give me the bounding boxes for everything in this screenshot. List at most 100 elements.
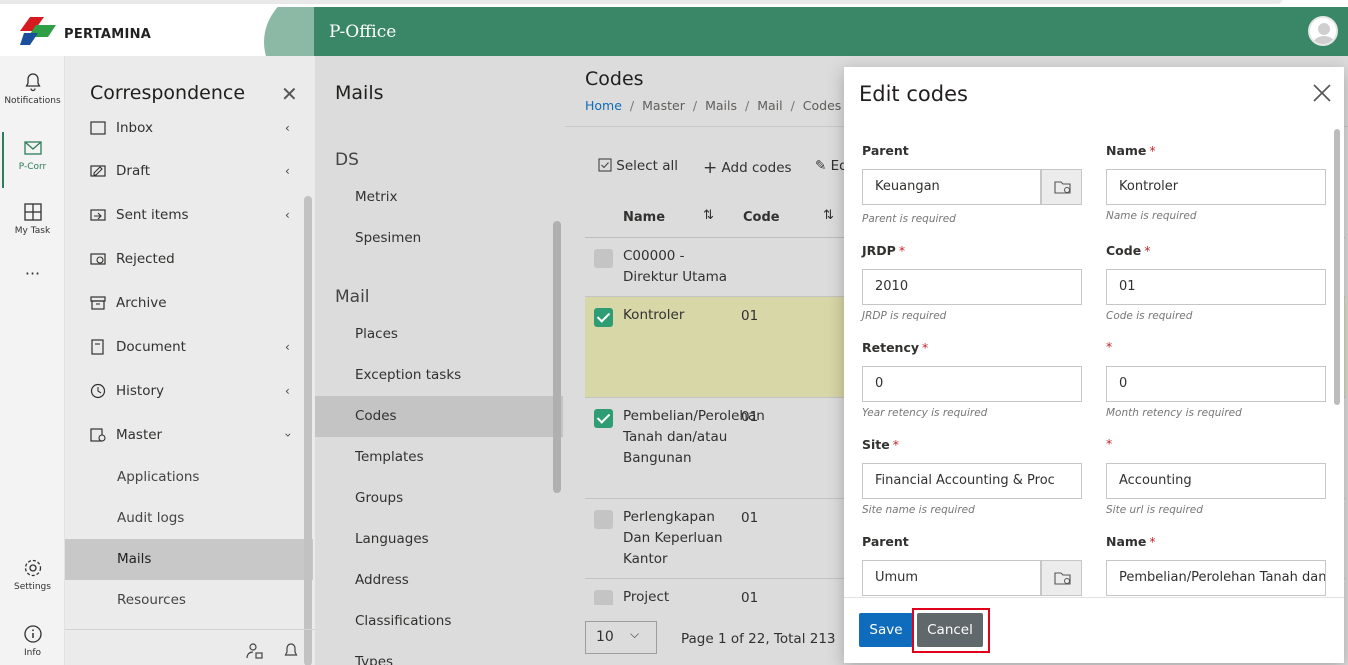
gear-icon [24, 559, 41, 577]
nav-rejected[interactable]: Rejected [65, 237, 310, 281]
nav-mails[interactable]: Mails [65, 539, 313, 580]
row-code: 01 [741, 510, 759, 526]
row-checkbox[interactable] [594, 590, 613, 605]
jrdp-field[interactable]: 2010 [862, 269, 1082, 305]
mails-item-codes[interactable]: Codes [315, 396, 563, 437]
rail-notifications[interactable]: Notifications [0, 72, 65, 106]
nav-sent-items[interactable]: Sent items ‹ [65, 193, 310, 237]
mails-item-metrix[interactable]: Metrix [315, 177, 563, 218]
name-field[interactable]: Kontroler [1106, 169, 1326, 205]
nav-history[interactable]: History ‹ [65, 369, 310, 413]
rail-more[interactable]: ··· [0, 264, 65, 283]
site-url-hint: Site url is required [1106, 504, 1203, 516]
retency-year-field[interactable]: 0 [862, 366, 1082, 402]
checkbox-icon [598, 158, 612, 172]
logo-area: PERTAMINA [0, 7, 314, 56]
row-checkbox[interactable] [594, 409, 613, 428]
mails-item-places[interactable]: Places [315, 314, 563, 355]
user-avatar[interactable] [1308, 16, 1338, 46]
bell-icon[interactable] [283, 642, 299, 660]
nav-audit-logs[interactable]: Audit logs [65, 498, 313, 539]
mails-title: Mails [335, 82, 384, 104]
site-name-field[interactable]: Financial Accounting & Proc [862, 463, 1082, 499]
pencil-icon: ✎ [815, 158, 827, 174]
nav-draft[interactable]: Draft ‹ [65, 149, 310, 193]
chevron-down-icon: ‹ [280, 432, 295, 438]
breadcrumb-mail[interactable]: Mail [757, 98, 782, 113]
mails-item-types[interactable]: Types [315, 642, 563, 665]
name-field[interactable]: Pembelian/Perolehan Tanah dan/atau Bangu… [1106, 560, 1326, 596]
breadcrumb-mails[interactable]: Mails [705, 98, 737, 113]
parent-field[interactable]: Keuangan [862, 169, 1041, 205]
nav-resources[interactable]: Resources [65, 580, 313, 621]
document-icon [91, 339, 104, 355]
close-panel-icon[interactable]: ✕ [281, 82, 298, 106]
parent-picker-button[interactable] [1041, 169, 1082, 205]
app-header: P-Office [314, 7, 1348, 56]
column-name[interactable]: Name [623, 210, 665, 225]
row-code: 01 [741, 409, 759, 425]
mails-item-groups[interactable]: Groups [315, 478, 563, 519]
plus-icon: + [703, 158, 718, 178]
history-icon [90, 383, 106, 399]
correspondence-nav: Inbox ‹ Draft ‹ Sent items ‹ Rejected Ar… [65, 118, 315, 628]
row-checkbox[interactable] [594, 308, 613, 327]
user-lock-icon[interactable] [246, 642, 264, 660]
mails-item-templates[interactable]: Templates [315, 437, 563, 478]
nav-archive-label: Archive [116, 295, 167, 311]
retency-month-field[interactable]: 0 [1106, 366, 1326, 402]
site-url-field[interactable]: Accounting [1106, 463, 1326, 499]
nav-applications[interactable]: Applications [65, 457, 313, 498]
sort-icon[interactable]: ⇅ [823, 208, 834, 223]
correspondence-scrollbar[interactable] [304, 196, 312, 665]
dialog-scrollbar[interactable] [1334, 129, 1340, 405]
column-code[interactable]: Code [743, 210, 780, 225]
rail-info[interactable]: Info [0, 624, 65, 658]
rail-info-label: Info [23, 648, 42, 658]
row-code: 01 [741, 308, 759, 324]
nav-document-label: Document [116, 339, 186, 355]
code-label: Code * [1106, 243, 1151, 258]
save-button[interactable]: Save [859, 613, 913, 647]
edit-button[interactable]: ✎ Ed [815, 158, 848, 174]
parent-hint: Parent is required [862, 213, 956, 225]
add-codes-button[interactable]: + Add codes [703, 158, 792, 178]
mails-item-languages[interactable]: Languages [315, 519, 563, 560]
retency-label: Retency * [862, 340, 929, 355]
nav-archive[interactable]: Archive [65, 281, 310, 325]
breadcrumb-home[interactable]: Home [585, 98, 622, 113]
rail-p-corr[interactable]: P-Corr [0, 132, 65, 188]
mails-item-exception-tasks[interactable]: Exception tasks [315, 355, 563, 396]
mails-item-address[interactable]: Address [315, 560, 563, 601]
app-title[interactable]: P-Office [329, 22, 396, 42]
breadcrumb-codes: Codes [802, 98, 842, 113]
folder-icon [1054, 572, 1071, 585]
nav-master[interactable]: Master ‹ [65, 413, 310, 457]
page-size-select[interactable]: 10 ⌵ [585, 621, 657, 654]
sort-icon[interactable]: ⇅ [703, 208, 714, 223]
page-title: Codes [585, 68, 644, 90]
parent-picker-button[interactable] [1041, 560, 1082, 596]
chevron-left-icon: ‹ [285, 384, 290, 398]
mails-item-spesimen[interactable]: Spesimen [315, 218, 563, 259]
rail-settings[interactable]: Settings [0, 558, 65, 592]
code-hint: Code is required [1106, 310, 1193, 322]
row-checkbox[interactable] [594, 249, 613, 268]
mails-panel: Mails DS Metrix Spesimen Mail Places Exc… [315, 56, 565, 665]
jrdp-hint: JRDP is required [862, 310, 947, 322]
breadcrumb-master[interactable]: Master [642, 98, 685, 113]
rail-my-task[interactable]: My Task [0, 202, 65, 236]
close-icon[interactable] [1312, 83, 1332, 103]
mails-item-classifications[interactable]: Classifications [315, 601, 563, 642]
chevron-left-icon: ‹ [285, 340, 290, 354]
mails-scrollbar[interactable] [553, 221, 561, 493]
code-field[interactable]: 01 [1106, 269, 1326, 305]
nav-inbox[interactable]: Inbox ‹ [65, 118, 310, 150]
row-checkbox[interactable] [594, 510, 613, 529]
nav-inbox-label: Inbox [116, 120, 153, 136]
parent-field[interactable]: Umum [862, 560, 1041, 596]
edit-codes-dialog: Edit codes Parent Name * Keuangan Kontrol… [844, 67, 1344, 663]
nav-document[interactable]: Document ‹ [65, 325, 310, 369]
mail-icon [23, 141, 42, 155]
select-all-button[interactable]: Select all [598, 158, 678, 174]
